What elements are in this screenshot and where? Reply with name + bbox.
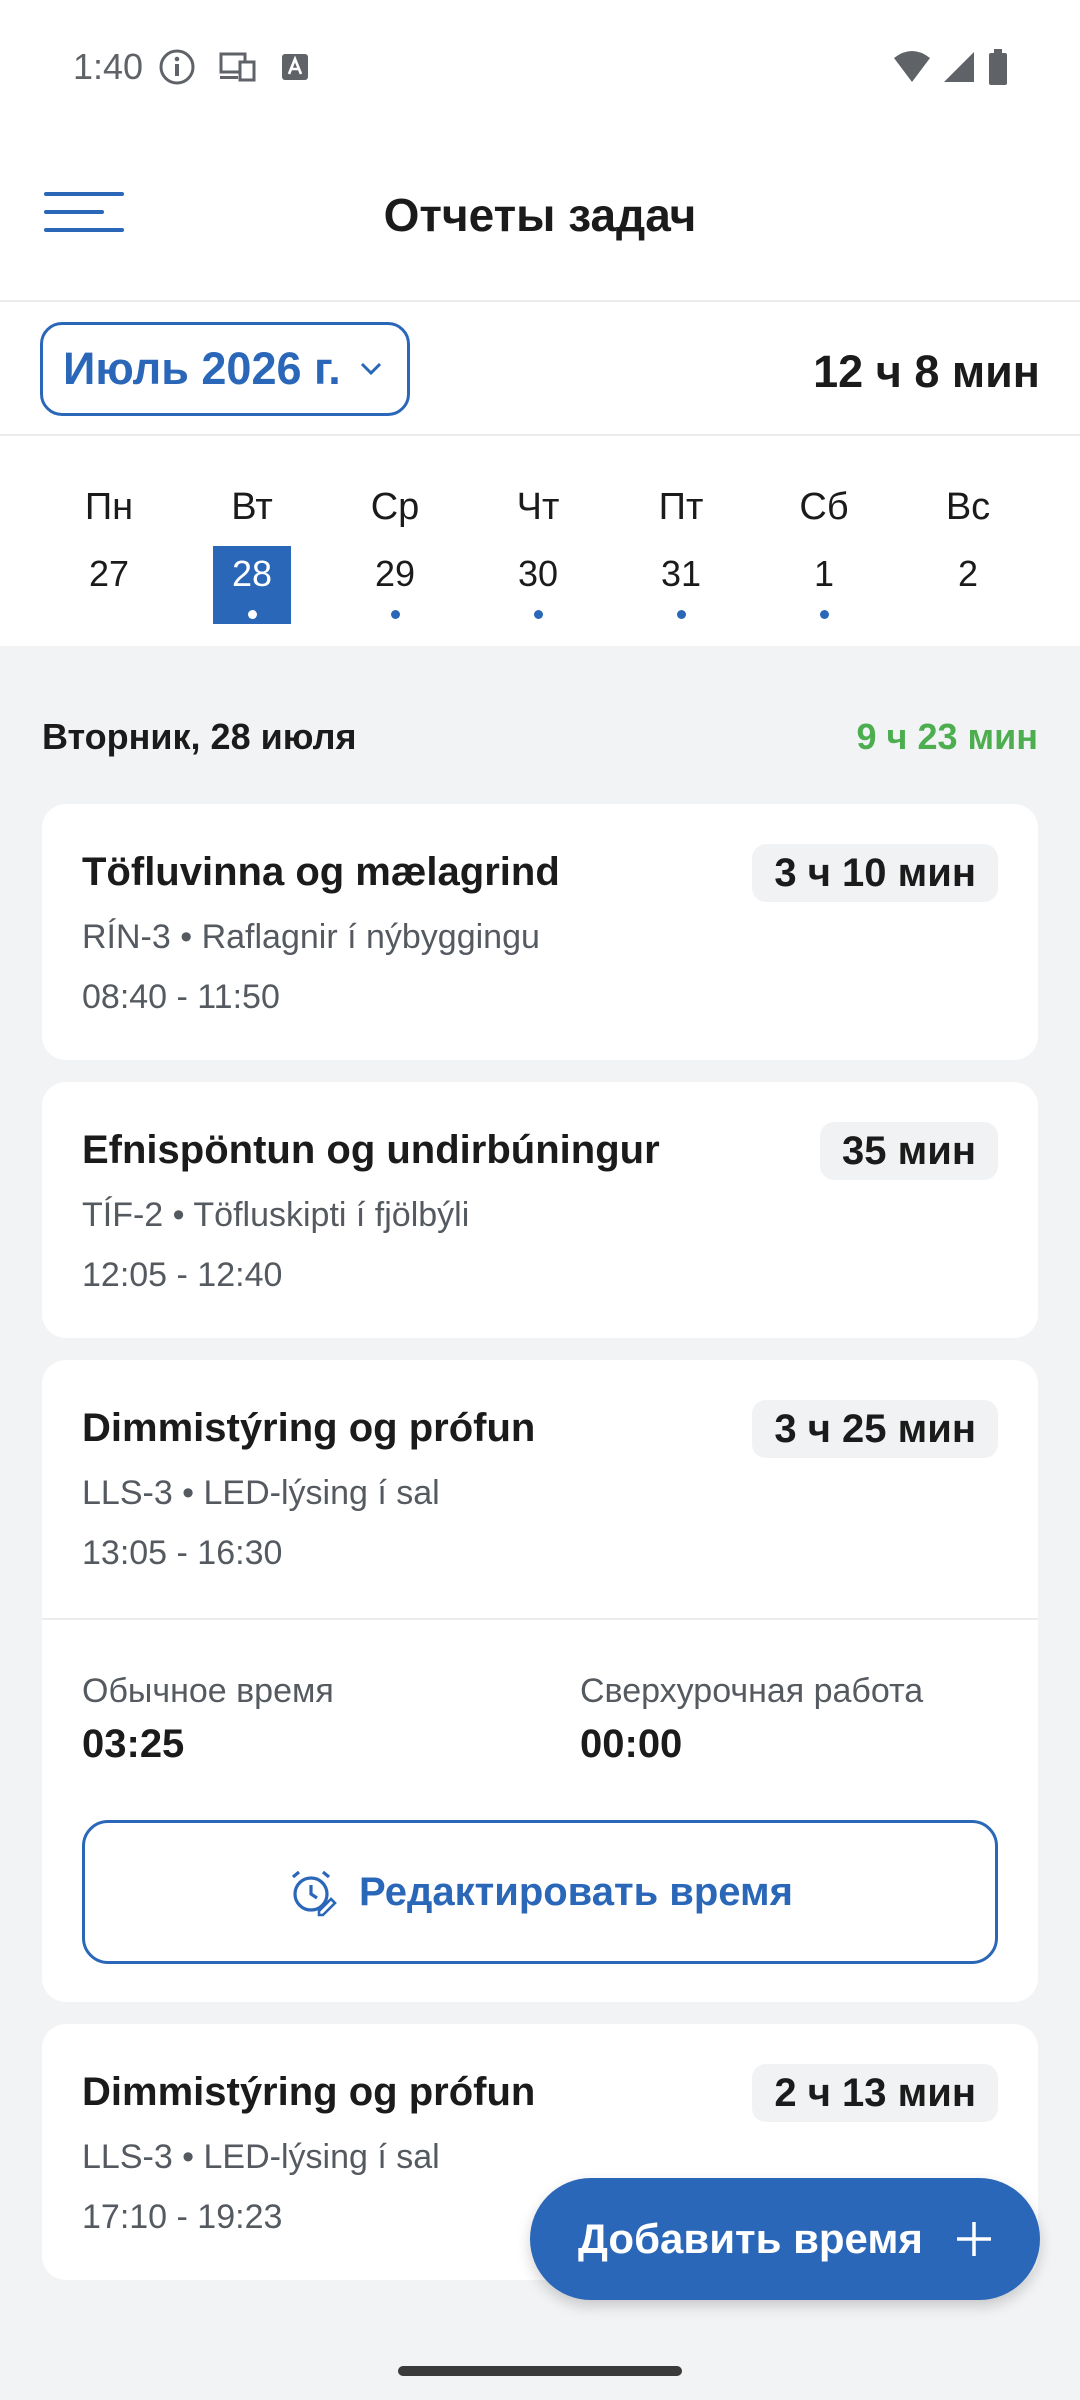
regular-time-label: Обычное время [82, 1672, 334, 1710]
activity-dot [534, 610, 543, 619]
week-strip: Пн 27 Вт 28 Ср 29 Чт 30 Пт 31 Сб 1 Вс 2 [0, 436, 1080, 646]
status-bar: 1:40 [0, 0, 1080, 130]
activity-dot [248, 610, 257, 619]
selected-day-title: Вторник, 28 июля [42, 716, 357, 757]
task-project: RÍN-3 • Raflagnir í nýbyggingu [82, 918, 540, 956]
day-number: 29 [356, 546, 434, 624]
status-icons-right [892, 48, 1010, 86]
day-sat[interactable]: Сб 1 [774, 486, 874, 624]
day-number-label: 30 [517, 553, 559, 594]
app-bar: Отчеты задач [0, 130, 1080, 302]
edit-time-button[interactable]: Редактировать время [82, 1820, 998, 1964]
day-number-label: 29 [374, 553, 416, 594]
task-title: Efnispöntun og undirbúningur [82, 1128, 660, 1172]
day-number: 1 [785, 546, 863, 624]
day-number: 30 [499, 546, 577, 624]
task-card[interactable]: Efnispöntun og undirbúningur 35 мин TÍF-… [42, 1082, 1038, 1338]
day-name: Пт [658, 486, 704, 528]
day-thu[interactable]: Чт 30 [488, 486, 588, 624]
day-number: 2 [957, 553, 979, 594]
activity-dot [677, 610, 686, 619]
task-duration-badge: 3 ч 10 мин [752, 844, 998, 902]
task-title: Töfluvinna og mælagrind [82, 850, 560, 894]
day-name: Сб [799, 486, 849, 528]
edit-time-label: Редактировать время [359, 1869, 793, 1914]
card-divider [42, 1618, 1038, 1620]
chevron-down-icon [360, 362, 381, 376]
status-time: 1:40 [73, 46, 144, 87]
task-time-range: 17:10 - 19:23 [82, 2198, 283, 2236]
month-total-time: 12 ч 8 мин [813, 346, 1040, 397]
day-number: 31 [642, 546, 720, 624]
plus-icon [956, 2222, 991, 2256]
task-title: Dimmistýring og prófun [82, 2070, 536, 2114]
task-time-range: 08:40 - 11:50 [82, 978, 280, 1016]
day-fri[interactable]: Пт 31 [631, 486, 731, 624]
day-name: Ср [370, 486, 420, 528]
month-selector-label: Июль 2026 г. [63, 343, 341, 394]
add-time-label: Добавить время [578, 2215, 923, 2262]
task-title: Dimmistýring og prófun [82, 1406, 536, 1450]
day-number-label: 1 [813, 553, 835, 594]
gesture-bar[interactable] [398, 2366, 682, 2376]
day-number-selected: 28 [213, 546, 291, 624]
day-name: Чт [516, 486, 560, 528]
task-duration-badge: 3 ч 25 мин [752, 1400, 998, 1458]
day-number-label: 31 [660, 553, 702, 594]
task-time-range: 12:05 - 12:40 [82, 1256, 283, 1294]
day-sun[interactable]: Вс 2 [918, 486, 1018, 624]
day-tue[interactable]: Вт 28 [202, 486, 302, 624]
task-duration-badge: 2 ч 13 мин [752, 2064, 998, 2122]
activity-dot [391, 610, 400, 619]
day-name: Вт [231, 486, 273, 528]
battery-icon [989, 49, 1007, 85]
regular-time-value: 03:25 [82, 1722, 185, 1766]
page-title: Отчеты задач [383, 189, 697, 241]
overtime-label: Сверхурочная работа [580, 1672, 924, 1710]
activity-dot [820, 610, 829, 619]
add-time-button[interactable]: Добавить время [530, 2178, 1040, 2300]
task-card[interactable]: Töfluvinna og mælagrind 3 ч 10 мин RÍN-3… [42, 804, 1038, 1060]
signal-icon [944, 52, 974, 82]
month-selector[interactable]: Июль 2026 г. [40, 322, 410, 416]
wifi-icon [894, 51, 930, 82]
day-mon[interactable]: Пн 27 [59, 486, 159, 624]
task-card-expanded[interactable]: Dimmistýring og prófun 3 ч 25 мин LLS-3 … [42, 1360, 1038, 2002]
task-duration-badge: 35 мин [820, 1122, 998, 1180]
cast-devices-icon [219, 52, 256, 82]
day-number: 27 [88, 553, 130, 594]
day-name: Пн [84, 486, 134, 528]
day-name: Вс [945, 486, 991, 528]
info-icon [159, 49, 195, 85]
task-project: LLS-3 • LED-lýsing í sal [82, 1474, 440, 1512]
task-project: LLS-3 • LED-lýsing í sal [82, 2138, 440, 2176]
text-app-icon [282, 54, 308, 80]
status-icons-left [158, 48, 310, 86]
day-wed[interactable]: Ср 29 [345, 486, 445, 624]
month-bar: Июль 2026 г. 12 ч 8 мин [0, 302, 1080, 436]
day-number-label: 28 [231, 553, 273, 594]
task-time-range: 13:05 - 16:30 [82, 1534, 283, 1572]
selected-day-total: 9 ч 23 мин [856, 716, 1038, 757]
alarm-edit-icon [292, 1870, 337, 1917]
task-project: TÍF-2 • Töfluskipti í fjölbýli [82, 1196, 470, 1234]
overtime-value: 00:00 [580, 1722, 683, 1766]
